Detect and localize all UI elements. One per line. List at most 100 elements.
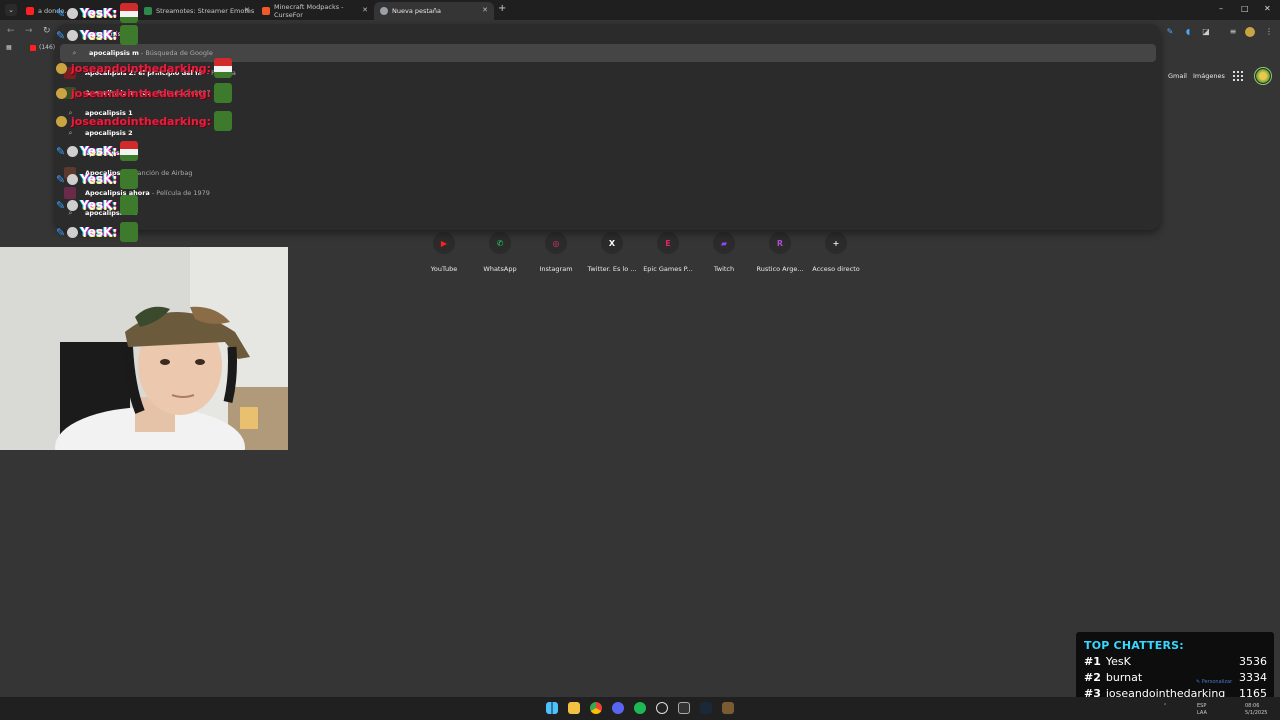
shortcut-icon: ▰ xyxy=(713,232,735,254)
suggestion-text: Apocalipsis en los - Película de 2007 xyxy=(85,89,211,97)
profile-avatar[interactable] xyxy=(1254,67,1272,85)
shortcut-label: Twitter. Es lo ... xyxy=(587,265,637,273)
omnibox-suggestion[interactable]: ⌕ apocalipsis 9 xyxy=(56,144,1152,162)
gmail-link[interactable]: Gmail xyxy=(1168,72,1187,80)
downloads-icon[interactable]: ≡ xyxy=(1228,27,1238,37)
minimize-button[interactable]: – xyxy=(1219,4,1223,13)
tab-title: Nueva pestaña xyxy=(392,7,442,15)
search-icon: ⌕ xyxy=(68,128,73,137)
shortcut-label: Twitch xyxy=(713,265,735,273)
shortcut-icon: ▶ xyxy=(433,232,455,254)
shortcut-label: Acceso directo xyxy=(812,265,860,273)
shortcut-tile[interactable]: R Rustico Arge... xyxy=(750,232,810,276)
streamotes-favicon-icon xyxy=(144,7,152,15)
chatter-rank: #2 xyxy=(1084,671,1101,684)
suggestion-text: apocalipsis 1 xyxy=(85,109,133,117)
suggestion-text: Apocalipsis ahora - Película de 1979 xyxy=(85,189,210,197)
omnibox-suggestion[interactable]: Apocalipsis Z: el principio del fin - Pe… xyxy=(56,64,1152,82)
shortcut-tile[interactable]: X Twitter. Es lo ... xyxy=(582,232,642,276)
spotify-icon[interactable] xyxy=(634,702,646,714)
extension-translate-icon[interactable]: ✎ xyxy=(1165,27,1175,37)
minecraft-icon[interactable] xyxy=(722,702,734,714)
omnibox-input[interactable]: G apocalipsis m xyxy=(56,24,1160,44)
close-tab-icon[interactable]: ✕ xyxy=(244,6,250,14)
suggestion-thumbnail-icon xyxy=(64,87,76,99)
suggestion-thumbnail-icon xyxy=(64,187,76,199)
shortcut-label: YouTube xyxy=(430,265,458,273)
close-tab-icon[interactable]: ✕ xyxy=(482,6,488,14)
suggestion-text: apocalipsis m - Búsqueda de Google xyxy=(89,49,213,57)
chatter-rank: #1 xyxy=(1084,655,1101,668)
forward-icon[interactable]: → xyxy=(25,26,33,36)
youtube-favicon-icon xyxy=(26,7,34,15)
omnibox-suggestion[interactable]: ⌕ apocalipsis m - Búsqueda de Google xyxy=(60,44,1156,62)
chrome-icon[interactable] xyxy=(590,702,602,714)
suggestion-thumbnail-icon xyxy=(64,67,76,79)
shortcut-tile[interactable]: + Acceso directo xyxy=(806,232,866,276)
tray-lang-layout: LAA xyxy=(1197,710,1207,716)
close-window-button[interactable]: ✕ xyxy=(1264,4,1271,13)
shortcut-tile[interactable]: ◎ Instagram xyxy=(526,232,586,276)
extensions-puzzle-icon[interactable]: ◪ xyxy=(1201,27,1211,37)
obs-icon[interactable] xyxy=(656,702,668,714)
shortcut-label: Epic Games P... xyxy=(643,265,693,273)
chatter-count: 3536 xyxy=(1239,655,1267,668)
menu-kebab-icon[interactable]: ⋮ xyxy=(1264,27,1274,37)
curseforge-favicon-icon xyxy=(262,7,270,15)
new-tab-button[interactable]: + xyxy=(498,4,506,14)
reload-icon[interactable]: ↻ xyxy=(43,26,51,36)
steam-icon[interactable] xyxy=(700,702,712,714)
back-icon[interactable]: ← xyxy=(7,26,15,36)
discord-icon[interactable] xyxy=(612,702,624,714)
shortcut-icon: E xyxy=(657,232,679,254)
search-icon: ⌕ xyxy=(68,208,73,217)
tab-title: a donde... xyxy=(38,7,71,15)
chatter-count: 3334 xyxy=(1239,671,1267,684)
apps-grid-icon[interactable]: ▦ xyxy=(6,44,12,51)
omnibox-suggestion[interactable]: ⌕ apocalipsis 12 xyxy=(56,204,1152,222)
omnibox-suggestion[interactable]: ⌕ apocalipsis 1 xyxy=(56,104,1152,122)
tab-title: Minecraft Modpacks - CurseFor xyxy=(274,3,344,19)
tab-2[interactable]: Streamotes: Streamer Emotes ✕ xyxy=(138,2,256,20)
tray-lang[interactable]: ESP xyxy=(1197,703,1206,709)
maximize-button[interactable]: □ xyxy=(1241,4,1249,13)
google-g-icon: G xyxy=(69,29,75,37)
top-chatters-title: TOP CHATTERS: xyxy=(1084,639,1184,652)
images-link[interactable]: Imágenes xyxy=(1193,72,1225,80)
suggestion-thumbnail-icon xyxy=(64,167,76,179)
tray-chevron-icon[interactable]: ⌃ xyxy=(1163,703,1167,709)
tray-time[interactable]: 08:06 xyxy=(1245,703,1259,709)
shortcut-icon: + xyxy=(825,232,847,254)
app-icon[interactable] xyxy=(678,702,690,714)
shortcut-icon: ◎ xyxy=(545,232,567,254)
omnibox-suggestion[interactable]: ⌕ apocalipsis 2 xyxy=(56,124,1152,142)
top-chatter-row: #1 YesK 3536 xyxy=(1084,654,1267,670)
close-tab-icon[interactable]: ✕ xyxy=(362,6,368,14)
shortcut-tile[interactable]: E Epic Games P... xyxy=(638,232,698,276)
suggestion-text: apocalipsis 9 xyxy=(85,149,133,157)
search-icon: ⌕ xyxy=(72,48,77,57)
shortcut-label: Rustico Arge... xyxy=(756,265,804,273)
windows-start-icon[interactable] xyxy=(546,702,558,714)
chatter-name: burnat xyxy=(1105,671,1143,684)
tab-1[interactable]: a donde... xyxy=(20,2,136,20)
tab-new-tab[interactable]: Nueva pestaña ✕ xyxy=(374,2,494,20)
shortcut-tile[interactable]: ▰ Twitch xyxy=(694,232,754,276)
customize-button[interactable]: ✎ Personalizar xyxy=(1196,679,1232,685)
google-apps-icon[interactable] xyxy=(1233,71,1243,81)
omnibox-suggestion[interactable]: Apocalipsis ahora - Película de 1979 xyxy=(56,184,1152,202)
shortcut-icon: R xyxy=(769,232,791,254)
suggestion-text: Apocalipsis Z: el principio del fin - Pe… xyxy=(85,69,236,77)
omnibox-suggestion[interactable]: Apocalipsis en los - Película de 2007 xyxy=(56,84,1152,102)
tab-search-button[interactable]: ⌄ xyxy=(5,4,17,16)
omnibox-suggestion[interactable]: Apocalipsis - Canción de Airbag xyxy=(56,164,1152,182)
shortcut-label: Instagram xyxy=(539,265,573,273)
bookmark-item[interactable]: (146) xyxy=(30,44,55,51)
omnibox-dropdown: G apocalipsis m ⌕ apocalipsis m - Búsqued… xyxy=(56,24,1160,230)
shortcut-tile[interactable]: ▶ YouTube xyxy=(414,232,474,276)
profile-toolbar-icon[interactable] xyxy=(1245,27,1255,37)
shortcut-tile[interactable]: ✆ WhatsApp xyxy=(470,232,530,276)
file-explorer-icon[interactable] xyxy=(568,702,580,714)
extension-audio-icon[interactable]: ◖ xyxy=(1183,27,1193,37)
tab-3[interactable]: Minecraft Modpacks - CurseFor ✕ xyxy=(256,2,374,20)
